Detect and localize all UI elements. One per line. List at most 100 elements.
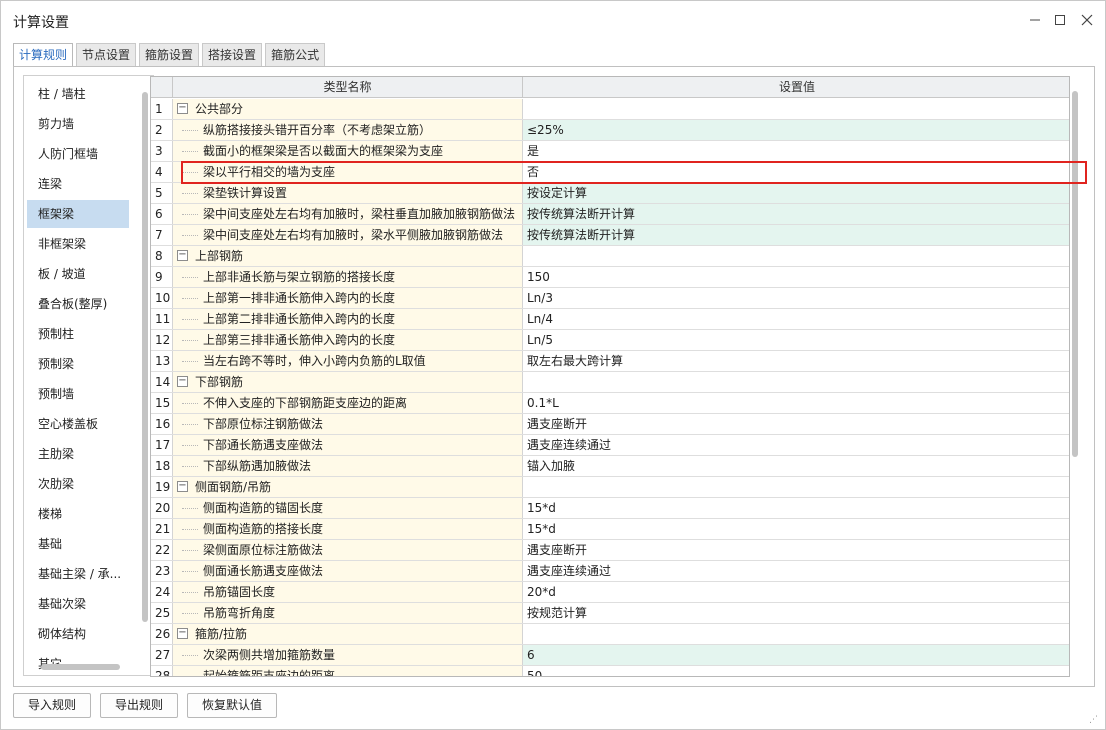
table-row[interactable]: 14− 下部钢筋	[151, 372, 1069, 393]
type-name-text: 公共部分	[195, 102, 244, 116]
setting-value-cell[interactable]: Ln/4	[523, 309, 1069, 329]
sidebar-item[interactable]: 预制柱	[27, 320, 129, 348]
sidebar-item[interactable]: 预制墙	[27, 380, 129, 408]
table-row[interactable]: 11 上部第二排非通长筋伸入跨内的长度 Ln/4	[151, 309, 1069, 330]
table-row[interactable]: 6 梁中间支座处左右均有加腋时，梁柱垂直加腋加腋钢筋做法 按传统算法断开计算	[151, 204, 1069, 225]
sidebar-item[interactable]: 预制梁	[27, 350, 129, 378]
minimize-icon[interactable]	[1024, 9, 1046, 31]
type-name-cell: 侧面构造筋的锚固长度	[173, 498, 523, 518]
setting-value-cell[interactable]: 15*d	[523, 519, 1069, 539]
sidebar-item[interactable]: 板 / 坡道	[27, 260, 129, 288]
sidebar-vertical-scrollbar[interactable]	[142, 92, 148, 622]
table-row[interactable]: 3 截面小的框架梁是否以截面大的框架梁为支座 是	[151, 141, 1069, 162]
sidebar-item[interactable]: 空心楼盖板	[27, 410, 129, 438]
close-icon[interactable]	[1076, 9, 1098, 31]
setting-value-cell[interactable]: 0.1*L	[523, 393, 1069, 413]
setting-value-cell[interactable]: 取左右最大跨计算	[523, 351, 1069, 371]
tab-4[interactable]: 搭接设置	[202, 43, 263, 66]
table-row[interactable]: 10 上部第一排非通长筋伸入跨内的长度 Ln/3	[151, 288, 1069, 309]
table-row[interactable]: 22 梁侧面原位标注筋做法 遇支座断开	[151, 540, 1069, 561]
sidebar-item[interactable]: 楼梯	[27, 500, 129, 528]
setting-value-cell[interactable]: 遇支座连续通过	[523, 561, 1069, 581]
sidebar-item[interactable]: 人防门框墙	[27, 140, 129, 168]
setting-value-cell[interactable]: 15*d	[523, 498, 1069, 518]
sidebar-item[interactable]: 非框架梁	[27, 230, 129, 258]
setting-value-cell[interactable]: 150	[523, 267, 1069, 287]
tab-3[interactable]: 箍筋设置	[139, 43, 200, 66]
sidebar-item[interactable]: 框架梁	[27, 200, 129, 228]
table-row[interactable]: 15 不伸入支座的下部钢筋距支座边的距离 0.1*L	[151, 393, 1069, 414]
setting-value-cell[interactable]: 遇支座断开	[523, 540, 1069, 560]
setting-value-cell[interactable]: 按设定计算	[523, 183, 1069, 203]
setting-value-cell[interactable]: 遇支座连续通过	[523, 435, 1069, 455]
setting-value-cell[interactable]: 按规范计算	[523, 603, 1069, 623]
type-name-cell: 侧面构造筋的搭接长度	[173, 519, 523, 539]
collapse-icon[interactable]: −	[177, 376, 188, 387]
setting-value-cell[interactable]: Ln/3	[523, 288, 1069, 308]
table-row[interactable]: 24 吊筋锚固长度 20*d	[151, 582, 1069, 603]
table-row[interactable]: 21 侧面构造筋的搭接长度 15*d	[151, 519, 1069, 540]
sidebar-horizontal-scrollbar[interactable]	[41, 664, 120, 670]
table-row[interactable]: 2 纵筋搭接接头错开百分率（不考虑架立筋） ≤25%	[151, 120, 1069, 141]
setting-value-cell[interactable]: 否	[523, 162, 1069, 182]
table-row[interactable]: 13 当左右跨不等时，伸入小跨内负筋的L取值 取左右最大跨计算	[151, 351, 1069, 372]
setting-value-cell[interactable]: 6	[523, 645, 1069, 665]
sidebar-item[interactable]: 剪力墙	[27, 110, 129, 138]
table-row[interactable]: 17 下部通长筋遇支座做法 遇支座连续通过	[151, 435, 1069, 456]
table-row[interactable]: 9 上部非通长筋与架立钢筋的搭接长度 150	[151, 267, 1069, 288]
sidebar-item[interactable]: 基础次梁	[27, 590, 129, 618]
collapse-icon[interactable]: −	[177, 628, 188, 639]
table-row[interactable]: 28 起始箍筋距支座边的距离 50	[151, 666, 1069, 676]
setting-value-cell[interactable]: 按传统算法断开计算	[523, 225, 1069, 245]
tab-2[interactable]: 节点设置	[76, 43, 137, 66]
sidebar-item[interactable]: 连梁	[27, 170, 129, 198]
resize-grip-icon[interactable]: ⋰	[1089, 715, 1099, 725]
table-row[interactable]: 8− 上部钢筋	[151, 246, 1069, 267]
sidebar-item[interactable]: 砌体结构	[27, 620, 129, 648]
table-row[interactable]: 27 次梁两侧共增加箍筋数量 6	[151, 645, 1069, 666]
sidebar-item[interactable]: 其它	[27, 650, 129, 675]
sidebar-item[interactable]: 柱 / 墙柱	[27, 80, 129, 108]
setting-value-cell[interactable]: 是	[523, 141, 1069, 161]
table-row[interactable]: 7 梁中间支座处左右均有加腋时，梁水平侧腋加腋钢筋做法 按传统算法断开计算	[151, 225, 1069, 246]
setting-value-cell[interactable]: ≤25%	[523, 120, 1069, 140]
type-name-text: 纵筋搭接接头错开百分率（不考虑架立筋）	[203, 123, 432, 137]
table-row[interactable]: 4 梁以平行相交的墙为支座 否	[151, 162, 1069, 183]
export-rules-button[interactable]: 导出规则	[100, 693, 179, 718]
import-rules-button[interactable]: 导入规则	[13, 693, 92, 718]
restore-defaults-button[interactable]: 恢复默认值	[187, 693, 278, 718]
setting-value-cell[interactable]: Ln/5	[523, 330, 1069, 350]
setting-value-cell	[523, 477, 1069, 497]
type-name-cell: 不伸入支座的下部钢筋距支座边的距离	[173, 393, 523, 413]
collapse-icon[interactable]: −	[177, 481, 188, 492]
tab-5[interactable]: 箍筋公式	[265, 43, 326, 66]
maximize-icon[interactable]	[1049, 9, 1071, 31]
tab-1[interactable]: 计算规则	[13, 43, 74, 68]
row-number: 16	[151, 414, 173, 434]
setting-value-cell[interactable]: 遇支座断开	[523, 414, 1069, 434]
table-row[interactable]: 5 梁垫铁计算设置 按设定计算	[151, 183, 1069, 204]
setting-value-cell[interactable]: 20*d	[523, 582, 1069, 602]
collapse-icon[interactable]: −	[177, 103, 188, 114]
table-row[interactable]: 25 吊筋弯折角度 按规范计算	[151, 603, 1069, 624]
row-number: 3	[151, 141, 173, 161]
setting-value-cell[interactable]: 锚入加腋	[523, 456, 1069, 476]
sidebar-item[interactable]: 基础	[27, 530, 129, 558]
table-row[interactable]: 18 下部纵筋遇加腋做法 锚入加腋	[151, 456, 1069, 477]
sidebar-item[interactable]: 叠合板(整厚)	[27, 290, 129, 318]
setting-value-cell[interactable]: 按传统算法断开计算	[523, 204, 1069, 224]
table-row[interactable]: 1− 公共部分	[151, 99, 1069, 120]
sidebar-item[interactable]: 次肋梁	[27, 470, 129, 498]
table-row[interactable]: 23 侧面通长筋遇支座做法 遇支座连续通过	[151, 561, 1069, 582]
type-name-text: 侧面构造筋的锚固长度	[203, 501, 324, 515]
collapse-icon[interactable]: −	[177, 250, 188, 261]
table-row[interactable]: 12 上部第三排非通长筋伸入跨内的长度 Ln/5	[151, 330, 1069, 351]
table-row[interactable]: 20 侧面构造筋的锚固长度 15*d	[151, 498, 1069, 519]
setting-value-cell[interactable]: 50	[523, 666, 1069, 676]
sidebar-item[interactable]: 基础主梁 / 承...	[27, 560, 129, 588]
table-row[interactable]: 19− 侧面钢筋/吊筋	[151, 477, 1069, 498]
table-row[interactable]: 16 下部原位标注钢筋做法 遇支座断开	[151, 414, 1069, 435]
table-row[interactable]: 26− 箍筋/拉筋	[151, 624, 1069, 645]
grid-vertical-scrollbar[interactable]	[1072, 91, 1078, 457]
sidebar-item[interactable]: 主肋梁	[27, 440, 129, 468]
